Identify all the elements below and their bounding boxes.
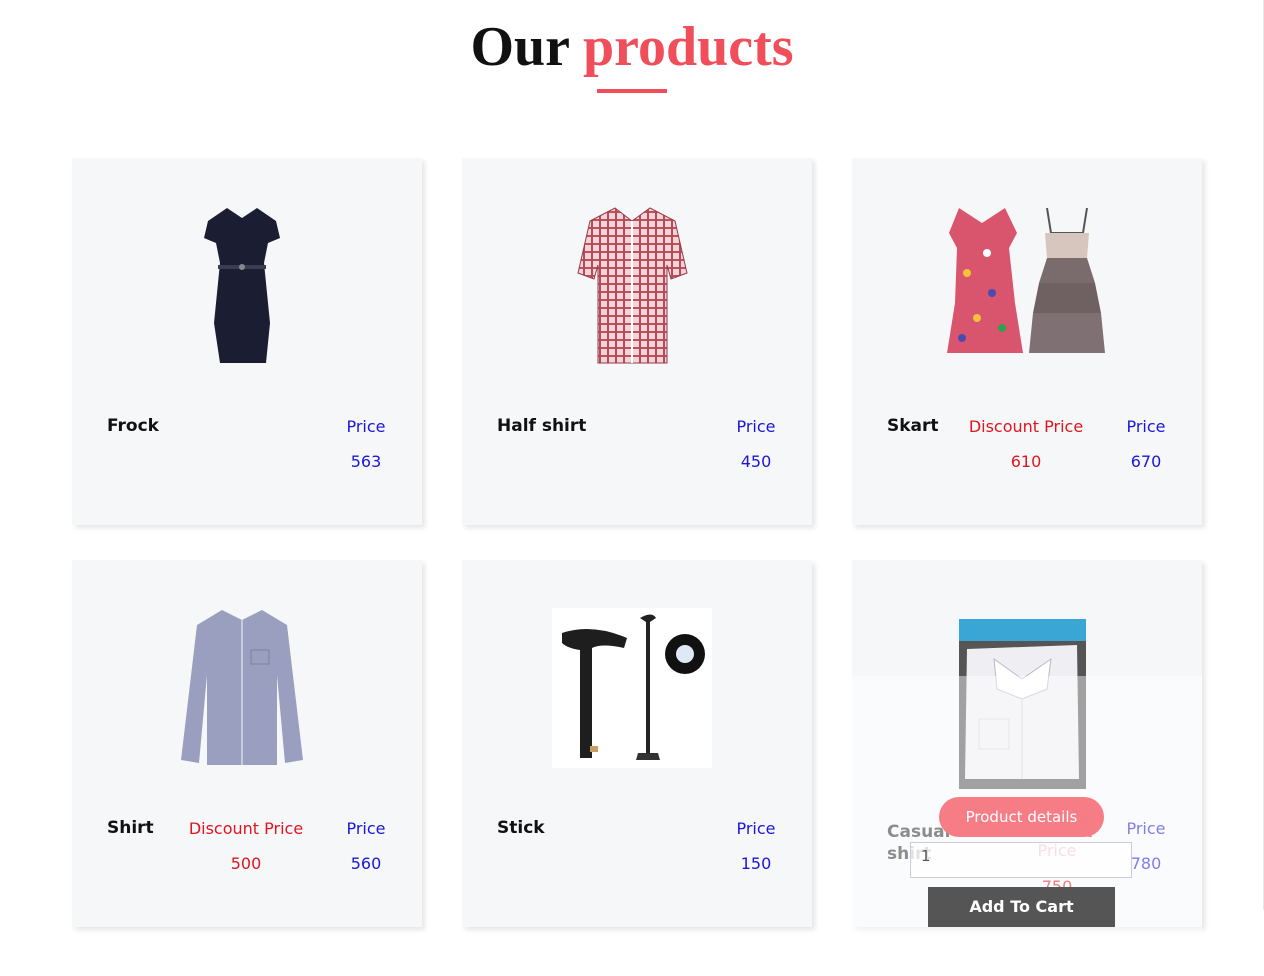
price-label: Price [1126,819,1166,838]
discount-price-label: Discount Price [968,417,1084,436]
section-title: Our products [0,12,1264,82]
section-title-main: Our [470,16,569,78]
discount-price-value: 610 [1010,452,1042,471]
product-name: Half shirt [497,416,587,436]
product-name: Frock [107,416,159,436]
price-label: Price [1126,417,1166,436]
product-card-skart[interactable]: Skart Discount Price 610 Price 670 [852,158,1202,525]
add-to-cart-button[interactable]: Add To Cart [928,887,1115,927]
product-name: Stick [497,818,545,838]
product-card-stick[interactable]: Stick Price 150 [462,560,812,927]
product-details-button[interactable]: Product details [939,797,1104,837]
product-image-half-shirt[interactable] [462,158,802,413]
price-label: Price [346,417,386,436]
price-value: 560 [350,854,382,873]
product-name: Shirt [107,818,154,838]
price-value: 563 [350,452,382,471]
section-title-accent: products [582,16,794,78]
discount-price-value: 500 [230,854,262,873]
price-value: 150 [740,854,772,873]
product-card-frock[interactable]: Frock Price 563 [72,158,422,525]
product-image-stick[interactable] [462,560,802,815]
product-name: Skart [887,416,939,436]
product-card-casual-shirt[interactable]: Casual shirt Discount Price 750 Price 78… [852,560,1202,976]
price-value: 450 [740,452,772,471]
product-image-shirt[interactable] [72,560,412,815]
price-value: 670 [1130,452,1162,471]
discount-price-label: Discount Price [188,819,304,838]
price-label: Price [736,417,776,436]
price-label: Price [346,819,386,838]
product-card-half-shirt[interactable]: Half shirt Price 450 [462,158,812,525]
price-label: Price [736,819,776,838]
quantity-input[interactable]: 1 [910,842,1132,878]
title-underline [597,89,667,93]
product-card-shirt[interactable]: Shirt Discount Price 500 Price 560 [72,560,422,927]
product-image-frock[interactable] [72,158,412,413]
product-image-skart[interactable] [852,158,1192,413]
